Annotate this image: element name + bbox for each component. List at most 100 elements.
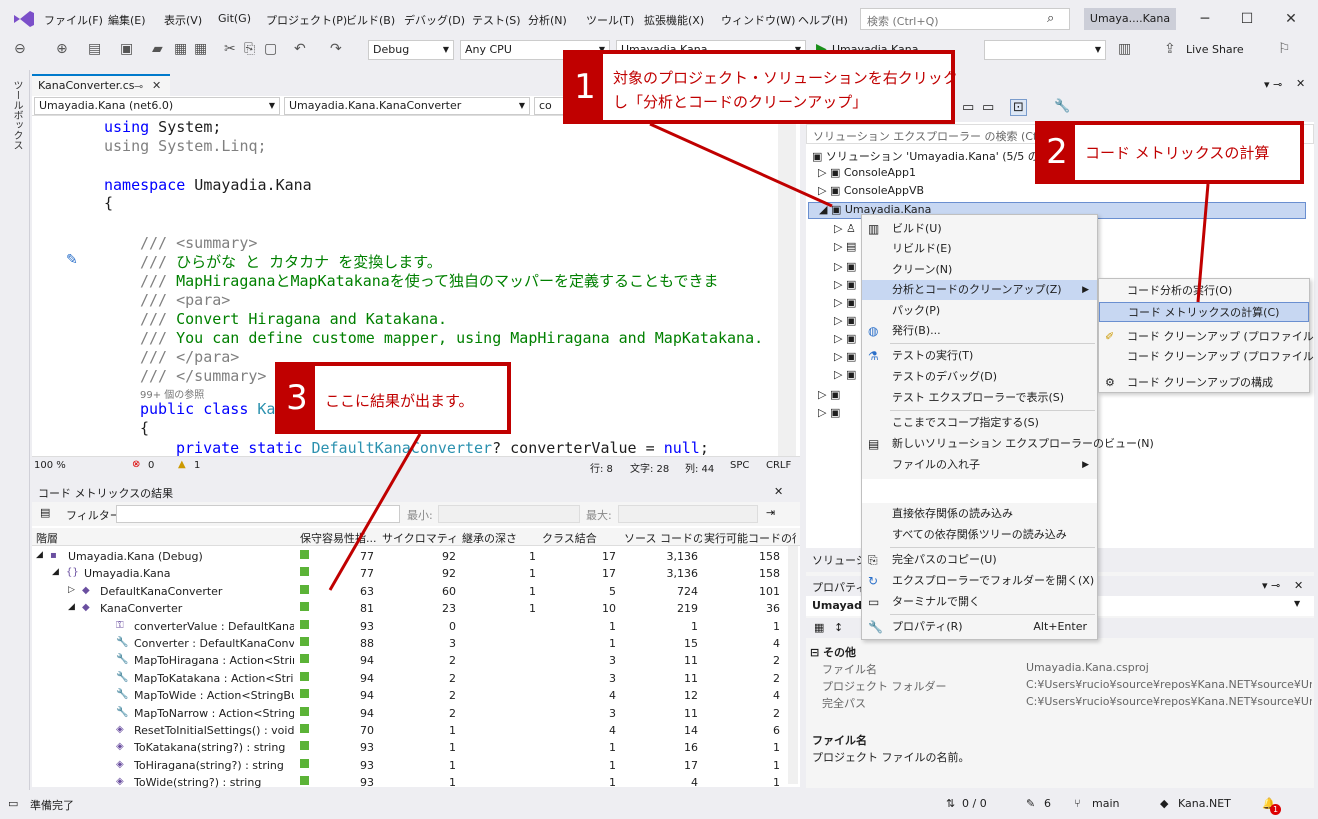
tree-child-node[interactable]: ▷ ▤ bbox=[834, 240, 856, 253]
forward-icon[interactable]: ⊕ bbox=[56, 41, 68, 57]
solution-name-badge[interactable]: Umaya....Kana bbox=[1084, 8, 1176, 30]
toolbar-empty-select[interactable]: ▼ bbox=[984, 40, 1106, 60]
menu-file[interactable]: ファイル(F) bbox=[44, 12, 103, 28]
metrics-row[interactable]: 🔧 MapToWide : Action<StringBuilder, 94 2 4 12… bbox=[32, 687, 792, 705]
tree-project-consoleapp1[interactable]: ▷ ▣ ConsoleApp1 bbox=[818, 166, 916, 179]
class-nav-select[interactable]: Umayadia.Kana.KanaConverter ▼ bbox=[284, 97, 530, 115]
close-icon[interactable]: ✕ bbox=[774, 485, 783, 498]
pin-icon[interactable]: ▾ ⊸ bbox=[1264, 78, 1282, 91]
save-icon[interactable]: ▦ bbox=[174, 41, 187, 57]
menu-item-load-all-deps[interactable]: すべての依存関係ツリーの読み込み bbox=[862, 525, 1097, 545]
filter-select[interactable] bbox=[116, 505, 400, 523]
pending-changes-count[interactable]: 0 / 0 bbox=[962, 797, 987, 810]
live-share-button[interactable]: Live Share bbox=[1186, 43, 1244, 56]
open-folder-icon[interactable]: ▰ bbox=[152, 41, 163, 57]
menu-item-open-in-explorer[interactable]: ↻ エクスプローラーでフォルダーを開く(X) bbox=[862, 571, 1097, 591]
tree-project-consoleappvb[interactable]: ▷ ▣ ConsoleAppVB bbox=[818, 184, 924, 197]
properties-wrench-icon[interactable]: 🔧 bbox=[1054, 99, 1070, 114]
menu-item-rebuild[interactable]: リビルド(E) bbox=[862, 239, 1097, 259]
tree-child-node[interactable]: ▷ ▣ bbox=[834, 368, 856, 381]
submenu-cleanup-profile-2[interactable]: コード クリーンアップ (プロファイル 2) の実行 bbox=[1099, 347, 1318, 367]
repo-icon[interactable]: ◆ bbox=[1160, 797, 1168, 810]
editor-vertical-scrollbar[interactable] bbox=[778, 116, 796, 456]
column-header[interactable]: ソース コードの行 bbox=[624, 530, 702, 546]
expand-icon[interactable]: ◢ bbox=[36, 550, 48, 560]
modified-count[interactable]: 6 bbox=[1044, 797, 1051, 810]
apply-filter-icon[interactable]: ⇥ bbox=[766, 506, 775, 519]
metrics-row[interactable]: 🔧 Converter : DefaultKanaConverter 88 3 1 15 4 bbox=[32, 635, 792, 653]
quick-action-icon[interactable]: ✎ bbox=[66, 252, 78, 268]
metrics-row[interactable]: ⚿ converterValue : DefaultKanaConve 93 0 1 1 1 bbox=[32, 618, 792, 636]
menu-tools[interactable]: ツール(T) bbox=[586, 12, 634, 28]
property-value[interactable]: C:¥Users¥rucio¥source¥repos¥Kana.NET¥sou… bbox=[1026, 695, 1312, 708]
expand-icon[interactable]: ◢ bbox=[52, 567, 64, 577]
menu-project[interactable]: プロジェクト(P) bbox=[266, 12, 347, 28]
menu-item-show-test-explorer[interactable]: テスト エクスプローラーで表示(S) bbox=[862, 388, 1097, 408]
menu-item-properties[interactable]: 🔧 プロパティ(R) Alt+Enter bbox=[862, 617, 1097, 637]
tree-child-node[interactable]: ▷ ▣ bbox=[834, 314, 856, 327]
menu-item-run-tests[interactable]: ⚗ テストの実行(T) bbox=[862, 346, 1097, 366]
whitespace-mode[interactable]: SPC bbox=[730, 460, 749, 471]
submenu-run-code-analysis[interactable]: コード分析の実行(O) bbox=[1099, 281, 1309, 301]
tree-project-node[interactable]: ▷ ▣ bbox=[818, 388, 840, 401]
menu-git[interactable]: Git(G) bbox=[218, 12, 251, 25]
close-icon[interactable]: ✕ bbox=[1294, 579, 1303, 592]
menu-view[interactable]: 表示(V) bbox=[164, 12, 202, 28]
paste-icon[interactable]: ▢ bbox=[264, 41, 277, 57]
metrics-row[interactable]: 🔧 MapToNarrow : Action<StringBuild 94 2 3 11 2 bbox=[32, 705, 792, 723]
tree-child-node[interactable]: ▷ ▣ bbox=[834, 296, 856, 309]
submenu-calculate-metrics[interactable]: コード メトリックスの計算(C) bbox=[1099, 302, 1309, 322]
project-nav-select[interactable]: Umayadia.Kana (net6.0) ▼ bbox=[34, 97, 280, 115]
collapse-icon[interactable]: ⊟ bbox=[810, 646, 823, 659]
categorized-icon[interactable]: ▦ bbox=[814, 621, 824, 634]
property-category[interactable]: ⊟ その他 bbox=[810, 644, 856, 660]
copy-view-icon[interactable]: ▭ bbox=[982, 100, 994, 115]
tree-child-node[interactable]: ▷ ▣ bbox=[834, 260, 856, 273]
column-header[interactable]: サイクロマティッ... bbox=[382, 530, 460, 546]
submenu-configure-cleanup[interactable]: ⚙ コード クリーンアップの構成 bbox=[1099, 373, 1309, 393]
branch-icon[interactable]: ⑂ bbox=[1074, 797, 1081, 810]
menu-item-publish[interactable]: ◍ 発行(B)... bbox=[862, 321, 1097, 341]
metrics-row[interactable]: ◈ ResetToInitialSettings() : void 70 1 4 14 6 bbox=[32, 722, 792, 740]
metrics-row[interactable]: ◈ ToHiragana(string?) : string 93 1 1 17 1 bbox=[32, 757, 792, 775]
collapse-icon[interactable]: ◢ bbox=[819, 203, 831, 216]
menu-item-open-terminal[interactable]: ▭ ターミナルで開く bbox=[862, 592, 1097, 612]
warning-icon[interactable]: ▲ bbox=[178, 459, 186, 470]
max-select[interactable] bbox=[618, 505, 758, 523]
menu-item-build[interactable]: ▥ ビルド(U) bbox=[862, 219, 1097, 239]
menu-debug[interactable]: デバッグ(D) bbox=[404, 12, 465, 28]
search-input[interactable]: 検索 (Ctrl+Q) bbox=[860, 8, 1070, 30]
metrics-row[interactable]: ◢ ▪ Umayadia.Kana (Debug) 77 92 1 17 3,136 158 bbox=[32, 548, 792, 566]
menu-item-clean[interactable]: クリーン(N) bbox=[862, 260, 1097, 280]
repo-name[interactable]: Kana.NET bbox=[1178, 797, 1231, 810]
zoom-level[interactable]: 100 % bbox=[34, 460, 66, 471]
feedback-icon[interactable]: ⚐ bbox=[1278, 41, 1291, 57]
column-header[interactable]: 継承の深さ bbox=[462, 530, 540, 546]
pencil-icon[interactable]: ✎ bbox=[1026, 797, 1035, 810]
show-all-files-icon[interactable]: ⊡ bbox=[1010, 99, 1027, 116]
menu-test[interactable]: テスト(S) bbox=[472, 12, 521, 28]
menu-item-copy-full-path[interactable]: ⎘ 完全パスのコピー(U) bbox=[862, 550, 1097, 570]
back-icon[interactable]: ⊖ bbox=[14, 41, 26, 57]
menu-help[interactable]: ヘルプ(H) bbox=[798, 12, 848, 28]
error-icon[interactable]: ⊗ bbox=[132, 459, 140, 470]
expand-icon[interactable]: ▷ bbox=[818, 184, 830, 197]
pin-icon[interactable]: ▾ ⊸ bbox=[1262, 579, 1280, 592]
menu-item-file-nesting[interactable]: ファイルの入れ子 ▶ bbox=[862, 455, 1097, 475]
column-header[interactable]: 実行可能コードの行 bbox=[704, 530, 796, 546]
maximize-icon[interactable]: ☐ bbox=[1232, 8, 1262, 30]
alphabetical-icon[interactable]: ↕ bbox=[834, 621, 843, 634]
tree-child-node[interactable]: ▷ ▣ bbox=[834, 278, 856, 291]
menu-extensions[interactable]: 拡張機能(X) bbox=[644, 12, 704, 28]
menu-item-analyze-cleanup[interactable]: 分析とコードのクリーンアップ(Z) ▶ bbox=[862, 280, 1097, 300]
metrics-row[interactable]: ◢ ◆ KanaConverter 81 23 1 10 219 36 bbox=[32, 600, 792, 618]
live-share-icon[interactable]: ⇪ bbox=[1164, 41, 1176, 57]
column-header[interactable]: クラス結合 bbox=[542, 530, 620, 546]
metrics-row[interactable]: ◢{} Umayadia.Kana 77 92 1 17 3,136 158 bbox=[32, 565, 792, 583]
redo-icon[interactable]: ↷ bbox=[330, 41, 342, 57]
pin-icon[interactable]: ⊸ bbox=[134, 80, 143, 93]
close-icon[interactable]: ✕ bbox=[152, 79, 161, 92]
minimize-icon[interactable]: ─ bbox=[1190, 8, 1220, 30]
undo-icon[interactable]: ↶ bbox=[294, 41, 306, 57]
column-header[interactable]: 保守容易性指... bbox=[300, 530, 378, 546]
